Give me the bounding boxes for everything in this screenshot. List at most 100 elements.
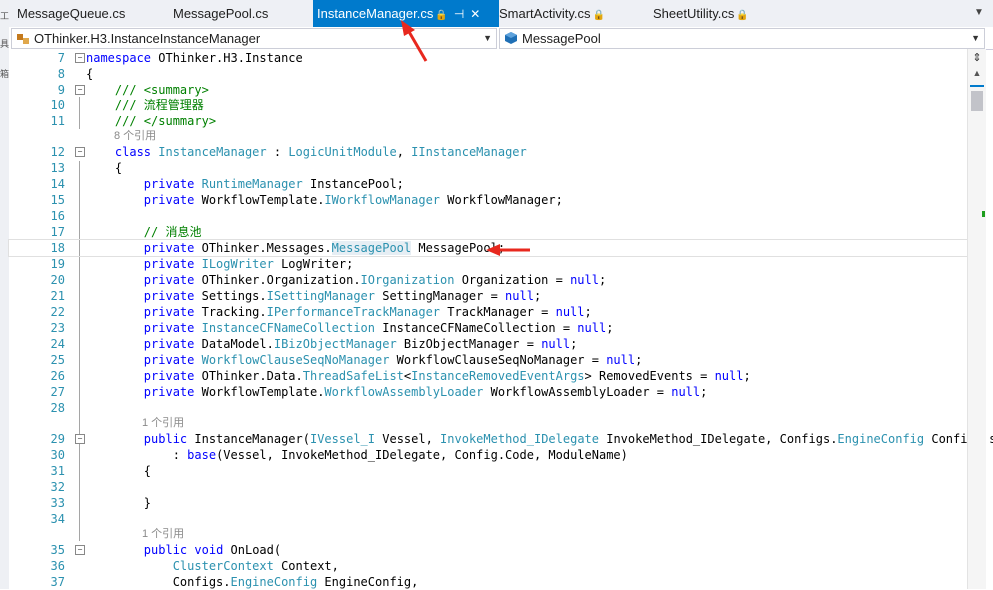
code-line[interactable]: 10 /// 流程管理器	[9, 97, 967, 113]
tab-sheetutility[interactable]: SheetUtility.cs 🔒	[653, 0, 749, 27]
code-token: DataModel.	[194, 337, 274, 351]
code-line[interactable]: 13 {	[9, 160, 967, 176]
line-number: 24	[50, 337, 65, 351]
tab-smartactivity[interactable]: SmartActivity.cs 🔒	[499, 0, 605, 27]
code-line[interactable]: 29− public InstanceManager(IVessel_I Ves…	[9, 431, 993, 447]
code-line[interactable]: 22 private Tracking.IPerformanceTrackMan…	[9, 304, 967, 320]
code-token: OThinker.Organization.	[194, 273, 361, 287]
code-text: namespace OThinker.H3.Instance	[86, 50, 303, 66]
line-number: 30	[50, 448, 65, 462]
code-line[interactable]: 33 }	[9, 495, 967, 511]
code-token: /// <summary>	[86, 83, 209, 97]
code-token: ;	[700, 385, 708, 399]
split-icon[interactable]: ⇕	[970, 51, 984, 65]
code-token: :	[86, 448, 188, 462]
code-line[interactable]: 30 : base(Vessel, InvokeMethod_IDelegate…	[9, 447, 967, 463]
code-token: IInstanceManager	[411, 145, 527, 159]
code-text: }	[86, 495, 151, 511]
member-combo[interactable]: MessagePool ▼	[499, 28, 985, 49]
code-text: private ILogWriter LogWriter;	[86, 256, 354, 272]
code-text: {	[86, 463, 151, 479]
code-line[interactable]: 24 private DataModel.IBizObjectManager B…	[9, 336, 967, 352]
code-line[interactable]: 14 private RuntimeManager InstancePool;	[9, 176, 967, 192]
code-editor[interactable]: 8 个引用 1 个引用 1 个引用 7− namespace OThinker.H…	[8, 49, 993, 590]
lock-icon: 🔒	[435, 10, 448, 21]
tab-messagepool[interactable]: MessagePool.cs	[173, 0, 268, 27]
code-line[interactable]: 28	[9, 400, 967, 416]
code-token: ISettingManager	[266, 289, 375, 303]
code-token: private	[143, 241, 195, 255]
code-line[interactable]: 21 private Settings.ISettingManager Sett…	[9, 288, 967, 304]
code-text: private Settings.ISettingManager Setting…	[86, 288, 541, 304]
collapse-icon[interactable]: −	[75, 53, 85, 63]
code-token: IOrganization	[360, 273, 455, 287]
code-token: ThreadSafeList	[302, 369, 404, 383]
code-line[interactable]: 7− namespace OThinker.H3.Instance	[9, 50, 967, 66]
code-token: private	[143, 257, 195, 271]
line-number: 15	[50, 193, 65, 207]
code-line[interactable]: 8{	[9, 66, 967, 82]
tab-list-dropdown-icon[interactable]: ▼	[973, 6, 985, 20]
dropdown-arrow-icon: ▼	[971, 33, 980, 43]
code-token: WorkflowClauseSeqNoManager =	[389, 353, 607, 367]
code-line[interactable]: 35− public void OnLoad(	[9, 542, 967, 558]
code-line[interactable]: 12− class InstanceManager : LogicUnitMod…	[9, 144, 967, 160]
code-line[interactable]: 31 {	[9, 463, 967, 479]
line-number: 27	[50, 385, 65, 399]
scroll-up-icon[interactable]: ▲	[970, 67, 984, 79]
code-line[interactable]: 23 private InstanceCFNameCollection Inst…	[9, 320, 967, 336]
code-line[interactable]: 17 // 消息池	[9, 224, 967, 240]
line-number: 33	[50, 496, 65, 510]
code-line[interactable]: 9− /// <summary>	[9, 82, 967, 98]
code-token: null	[577, 321, 607, 335]
code-token: /// 流程管理器	[86, 98, 204, 112]
code-line[interactable]: 27 private WorkflowTemplate.WorkflowAsse…	[9, 384, 967, 400]
code-line[interactable]: 37 Configs.EngineConfig EngineConfig,	[9, 574, 967, 590]
code-line[interactable]: 15 private WorkflowTemplate.IWorkflowMan…	[9, 192, 967, 208]
code-token: OnLoad(	[223, 543, 282, 557]
code-token: WorkflowManager;	[440, 193, 563, 207]
change-marker	[982, 211, 985, 217]
close-icon[interactable]: ✕	[470, 1, 480, 28]
tab-messagequeue[interactable]: MessageQueue.cs	[17, 0, 125, 27]
code-token: private	[143, 385, 195, 399]
vertical-scrollbar[interactable]: ⇕ ▲	[967, 49, 986, 589]
scroll-thumb[interactable]	[971, 91, 983, 111]
class-icon	[17, 34, 29, 44]
code-token: InstanceCFNameCollection	[201, 321, 375, 335]
collapse-icon[interactable]: −	[75, 147, 85, 157]
code-line[interactable]: 16	[9, 208, 967, 224]
code-token: Vessel,	[375, 432, 441, 446]
code-text: // 消息池	[86, 224, 202, 240]
code-token: OThinker.H3.Instance	[151, 51, 303, 65]
codelens-references[interactable]: 8 个引用	[114, 128, 993, 144]
collapse-icon[interactable]: −	[75, 85, 85, 95]
codelens-references[interactable]: 1 个引用	[142, 415, 993, 431]
code-line[interactable]: 34	[9, 511, 967, 527]
code-line[interactable]: 32	[9, 479, 967, 495]
code-line[interactable]: 26 private OThinker.Data.ThreadSafeList<…	[9, 368, 967, 384]
code-text: private OThinker.Data.ThreadSafeList<Ins…	[86, 368, 751, 384]
code-line[interactable]: 20 private OThinker.Organization.IOrgani…	[9, 272, 967, 288]
code-line[interactable]: 36 ClusterContext Context,	[9, 558, 967, 574]
code-text: public void OnLoad(	[86, 542, 281, 558]
codelens-references[interactable]: 1 个引用	[142, 526, 993, 542]
code-text: private InstanceCFNameCollection Instanc…	[86, 320, 614, 336]
code-token: BizObjectManager =	[396, 337, 542, 351]
pin-icon[interactable]: ⊣	[454, 1, 464, 28]
code-token: LogicUnitModule	[288, 145, 397, 159]
member-combo-value: MessagePool	[522, 31, 601, 46]
code-token: base	[187, 448, 217, 462]
line-number: 25	[50, 353, 65, 367]
collapse-icon[interactable]: −	[75, 434, 85, 444]
collapse-icon[interactable]: −	[75, 545, 85, 555]
code-line[interactable]: 25 private WorkflowClauseSeqNoManager Wo…	[9, 352, 967, 368]
document-tab-bar: MessageQueue.cs MessagePool.cs InstanceM…	[9, 0, 993, 29]
code-line[interactable]: 11 /// </summary>	[9, 113, 967, 129]
